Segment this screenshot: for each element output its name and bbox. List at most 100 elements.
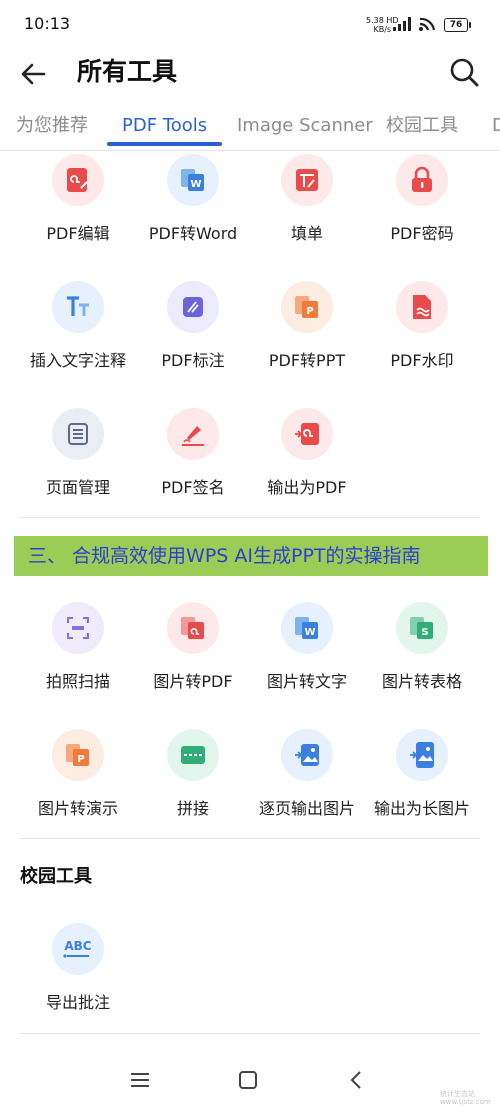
pdf-to-word-icon: W bbox=[167, 154, 219, 206]
tool-fill-form[interactable]: 填单 bbox=[247, 154, 367, 244]
stitch-icon bbox=[167, 729, 219, 781]
tool-image-to-pdf[interactable]: 图片转PDF bbox=[133, 602, 253, 692]
battery-icon: 76 bbox=[444, 18, 471, 32]
home-square-icon bbox=[239, 1071, 257, 1089]
tool-label: 逐页输出图片 bbox=[258, 799, 355, 818]
site-watermark: 统计生态站 www.tjstz.com bbox=[440, 1090, 491, 1106]
pdf-markup-icon bbox=[167, 281, 219, 333]
image-to-pdf-icon bbox=[167, 602, 219, 654]
tool-export-long-image[interactable]: 输出为长图片 bbox=[362, 729, 482, 819]
tool-label: PDF编辑 bbox=[46, 224, 110, 243]
tool-image-to-sheet[interactable]: S 图片转表格 bbox=[362, 602, 482, 692]
tab-more[interactable]: D bbox=[492, 104, 500, 148]
svg-text:P: P bbox=[77, 754, 84, 765]
tool-label: PDF水印 bbox=[390, 351, 454, 370]
title-bar: 所有工具 bbox=[0, 50, 500, 98]
tool-export-pdf[interactable]: 输出为PDF bbox=[247, 408, 367, 498]
status-bar: 10:13 5.38 HD KB/s 76 bbox=[0, 0, 500, 50]
home-button[interactable] bbox=[228, 1060, 268, 1100]
tool-insert-text-annotation[interactable]: 插入文字注释 bbox=[18, 281, 138, 371]
tool-label: 输出为长图片 bbox=[373, 799, 470, 818]
fill-form-icon bbox=[281, 154, 333, 206]
tab-image-scanner[interactable]: Image Scanner bbox=[237, 104, 373, 148]
tool-image-to-text[interactable]: W 图片转文字 bbox=[247, 602, 367, 692]
nav-back-button[interactable] bbox=[336, 1060, 376, 1100]
menu-button[interactable] bbox=[120, 1060, 160, 1100]
page-title: 所有工具 bbox=[77, 57, 178, 86]
tool-pdf-watermark[interactable]: PDF水印 bbox=[362, 281, 482, 371]
tool-pdf-signature[interactable]: PDF签名 bbox=[133, 408, 253, 498]
tool-pdf-edit[interactable]: PDF编辑 bbox=[18, 154, 138, 244]
banner-text: 三、 合规高效使用WPS AI生成PPT的实操指南 bbox=[28, 545, 421, 567]
tool-pdf-password[interactable]: PDF密码 bbox=[362, 154, 482, 244]
svg-text:ABC: ABC bbox=[64, 939, 91, 953]
signal-icon bbox=[393, 17, 411, 31]
tool-image-to-slides[interactable]: P 图片转演示 bbox=[18, 729, 138, 819]
speed-value: 5.38 bbox=[366, 16, 384, 25]
active-tab-indicator bbox=[107, 142, 222, 146]
text-annotation-icon bbox=[52, 281, 104, 333]
tool-pdf-to-ppt[interactable]: P PDF转PPT bbox=[247, 281, 367, 371]
tool-stitch[interactable]: 拼接 bbox=[133, 729, 253, 819]
tool-label: 导出批注 bbox=[45, 993, 110, 1012]
tool-page-management[interactable]: 页面管理 bbox=[18, 408, 138, 498]
abc-export-icon: ABC bbox=[52, 923, 104, 975]
tool-label: PDF标注 bbox=[161, 351, 225, 370]
pdf-edit-icon bbox=[52, 154, 104, 206]
tool-label: 图片转PDF bbox=[153, 672, 233, 691]
tool-label: 插入文字注释 bbox=[29, 351, 126, 370]
tool-label: 页面管理 bbox=[45, 478, 110, 497]
tool-label: 输出为PDF bbox=[267, 478, 347, 497]
svg-text:P: P bbox=[306, 306, 313, 317]
tab-recommended[interactable]: 为您推荐 bbox=[16, 104, 88, 148]
tool-label: 拍照扫描 bbox=[45, 672, 110, 691]
image-to-slides-icon: P bbox=[52, 729, 104, 781]
svg-text:W: W bbox=[304, 627, 315, 638]
section-divider bbox=[20, 1033, 480, 1034]
export-pages-image-icon bbox=[281, 729, 333, 781]
section-divider bbox=[20, 838, 480, 839]
tool-label: 拼接 bbox=[176, 799, 209, 818]
watermark-icon bbox=[396, 281, 448, 333]
back-button[interactable] bbox=[16, 56, 52, 92]
export-long-image-icon bbox=[396, 729, 448, 781]
menu-icon bbox=[131, 1073, 149, 1087]
wifi-icon bbox=[419, 17, 436, 31]
svg-text:W: W bbox=[190, 179, 201, 190]
pdf-to-ppt-icon: P bbox=[281, 281, 333, 333]
tool-label: 图片转表格 bbox=[381, 672, 462, 691]
chevron-left-icon bbox=[350, 1071, 361, 1089]
category-tabs: 为您推荐 PDF Tools Image Scanner 校园工具 D bbox=[0, 104, 500, 151]
page-manage-icon bbox=[52, 408, 104, 460]
search-button[interactable] bbox=[446, 54, 482, 90]
tool-label: 填单 bbox=[290, 224, 323, 243]
tool-export-pages-image[interactable]: 逐页输出图片 bbox=[247, 729, 367, 819]
arrow-left-icon bbox=[21, 63, 46, 85]
status-time: 10:13 bbox=[24, 14, 71, 33]
export-pdf-icon bbox=[281, 408, 333, 460]
image-to-sheet-icon: S bbox=[396, 602, 448, 654]
tool-label: PDF转PPT bbox=[268, 351, 346, 370]
search-icon bbox=[450, 58, 479, 87]
tool-label: PDF转Word bbox=[148, 224, 238, 243]
overlay-banner: 三、 合规高效使用WPS AI生成PPT的实操指南 bbox=[14, 536, 488, 576]
tool-pdf-to-word[interactable]: W PDF转Word bbox=[133, 154, 253, 244]
watermark-line2: www.tjstz.com bbox=[440, 1098, 491, 1106]
tool-label: 图片转演示 bbox=[37, 799, 118, 818]
watermark-line1: 统计生态站 bbox=[440, 1090, 475, 1098]
tool-label: 图片转文字 bbox=[266, 672, 347, 691]
image-to-text-icon: W bbox=[281, 602, 333, 654]
tool-label: PDF签名 bbox=[161, 478, 225, 497]
tool-export-annotations[interactable]: ABC 导出批注 bbox=[18, 923, 138, 1013]
tool-label: PDF密码 bbox=[390, 224, 454, 243]
system-nav-bar bbox=[0, 1050, 500, 1111]
tool-pdf-markup[interactable]: PDF标注 bbox=[133, 281, 253, 371]
svg-text:S: S bbox=[421, 627, 428, 638]
tool-photo-scan[interactable]: 拍照扫描 bbox=[18, 602, 138, 692]
tab-campus[interactable]: 校园工具 bbox=[386, 104, 458, 148]
section-title-campus: 校园工具 bbox=[20, 866, 92, 887]
scan-icon bbox=[52, 602, 104, 654]
lock-icon bbox=[396, 154, 448, 206]
signature-icon bbox=[167, 408, 219, 460]
section-divider bbox=[20, 517, 480, 518]
